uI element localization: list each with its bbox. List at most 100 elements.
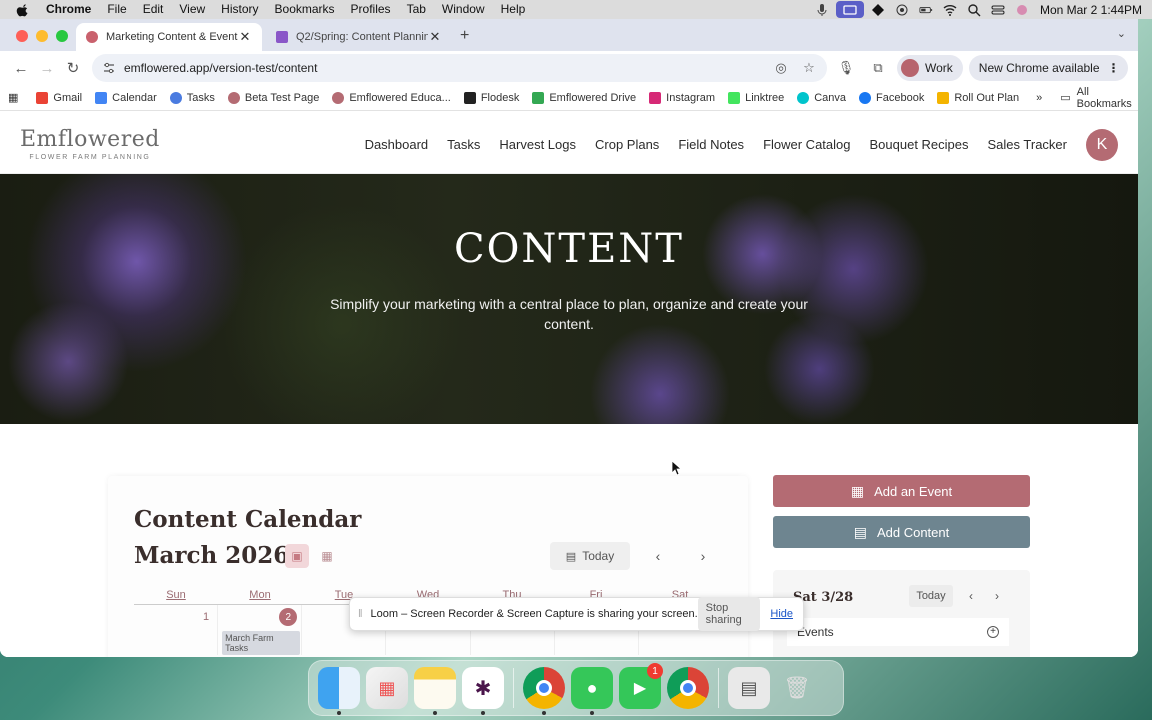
tab-search-chevron-icon[interactable]: ⌄: [1117, 27, 1126, 40]
tab-marketing-content[interactable]: Marketing Content & Events ✕: [76, 23, 262, 51]
emflowered-logo[interactable]: Emflowered FLOWER FARM PLANNING: [20, 128, 160, 161]
more-bookmarks-chevron-icon[interactable]: »: [1036, 92, 1042, 104]
nav-crop-plans[interactable]: Crop Plans: [595, 137, 659, 152]
battery-icon[interactable]: [916, 0, 936, 19]
menu-edit[interactable]: Edit: [135, 0, 172, 19]
calendar-day-cell[interactable]: 1: [134, 605, 219, 655]
control-center-icon[interactable]: [988, 0, 1008, 19]
chrome-icon[interactable]: [523, 667, 565, 715]
bookmark-emflowered-education[interactable]: Emflowered Educa...: [332, 91, 451, 104]
add-content-label: Add Content: [876, 524, 950, 540]
calendar-today-button[interactable]: ▤ Today: [550, 542, 630, 570]
wifi-icon[interactable]: [940, 0, 960, 19]
bookmark-facebook[interactable]: Facebook: [859, 91, 924, 104]
slack-icon[interactable]: ✱: [462, 667, 504, 715]
more-menu-icon[interactable]: ⋮: [1108, 61, 1120, 75]
facetime-icon[interactable]: ▶ 1: [619, 663, 663, 709]
menubar-clock[interactable]: Mon Mar 2 1:44PM: [1034, 3, 1152, 17]
add-content-button[interactable]: ▤ Add Content: [773, 516, 1030, 548]
tab-content-planning[interactable]: Q2/Spring: Content Planning ✕: [266, 23, 452, 51]
user-avatar[interactable]: K: [1086, 128, 1118, 161]
new-tab-icon[interactable]: +: [460, 27, 469, 45]
preview-icon[interactable]: ▤: [728, 667, 770, 709]
add-event-button[interactable]: ▦ Add an Event: [773, 475, 1030, 507]
finder-icon[interactable]: [318, 667, 360, 715]
site-settings-icon[interactable]: [102, 61, 116, 75]
menu-history[interactable]: History: [213, 0, 266, 19]
profile-chip[interactable]: Work: [897, 55, 963, 81]
messages-icon[interactable]: ●: [571, 667, 613, 715]
nav-flower-catalog[interactable]: Flower Catalog: [763, 137, 850, 152]
bookmark-star-icon[interactable]: ☆: [801, 60, 817, 76]
all-bookmarks-button[interactable]: ▭ All Bookmarks: [1060, 86, 1131, 110]
all-bookmarks-label: All Bookmarks: [1076, 85, 1132, 110]
url-text[interactable]: emflowered.app/version-test/content: [124, 61, 761, 75]
grid-view-icon[interactable]: ▦: [315, 544, 339, 568]
forward-arrow-icon[interactable]: →: [34, 55, 60, 81]
extensions-puzzle-icon[interactable]: ⧉: [865, 55, 891, 81]
spotlight-search-icon[interactable]: [964, 0, 984, 19]
bookmark-flodesk[interactable]: Flodesk: [463, 91, 519, 104]
month-view-icon[interactable]: ▣: [285, 544, 309, 568]
day-prev-chevron-icon[interactable]: ‹: [963, 585, 979, 607]
nav-harvest-logs[interactable]: Harvest Logs: [499, 137, 576, 152]
document-icon: ▤: [853, 523, 867, 540]
drag-handle-icon[interactable]: ‖: [358, 608, 363, 620]
menu-bookmarks[interactable]: Bookmarks: [267, 0, 343, 19]
address-bar[interactable]: emflowered.app/version-test/content ◎ ☆: [92, 54, 827, 82]
bookmark-roll-out-plan[interactable]: Roll Out Plan: [937, 91, 1019, 104]
calendar-day-cell[interactable]: 2 March Farm Tasks: [218, 605, 303, 655]
apps-grid-icon[interactable]: ▦: [8, 91, 18, 104]
calendar-prev-chevron-icon[interactable]: ‹: [644, 542, 672, 570]
day-today-button[interactable]: Today: [909, 585, 953, 607]
bookmark-calendar[interactable]: Calendar: [95, 91, 157, 104]
bookmark-gmail[interactable]: Gmail: [36, 91, 82, 104]
menu-window[interactable]: Window: [434, 0, 493, 19]
calendar-next-chevron-icon[interactable]: ›: [689, 542, 717, 570]
bookmark-beta-test[interactable]: Beta Test Page: [227, 91, 319, 104]
bookmark-linktree[interactable]: Linktree: [728, 91, 784, 104]
close-tab-icon[interactable]: ✕: [238, 29, 252, 45]
events-section-header[interactable]: Events +: [787, 618, 1009, 646]
nav-tasks[interactable]: Tasks: [447, 137, 480, 152]
siri-icon[interactable]: [1012, 0, 1032, 19]
add-circle-icon[interactable]: +: [987, 626, 999, 638]
bookmark-canva[interactable]: Canva: [797, 91, 846, 104]
menu-file[interactable]: File: [99, 0, 134, 19]
calendar-event-chip[interactable]: March Farm Tasks: [222, 631, 301, 655]
chrome-profile-icon[interactable]: [667, 667, 709, 709]
bookmark-instagram[interactable]: Instagram: [649, 91, 715, 104]
stop-sharing-button[interactable]: Stop sharing: [697, 597, 761, 631]
nav-field-notes[interactable]: Field Notes: [678, 137, 744, 152]
back-arrow-icon[interactable]: ←: [8, 55, 34, 81]
screen-recording-icon[interactable]: [835, 1, 864, 18]
nav-dashboard[interactable]: Dashboard: [365, 137, 429, 152]
zoom-window-button[interactable]: [56, 30, 68, 42]
hide-link[interactable]: Hide: [770, 608, 793, 620]
menu-view[interactable]: View: [171, 0, 213, 19]
notes-icon[interactable]: [414, 667, 456, 715]
nav-sales-tracker[interactable]: Sales Tracker: [988, 137, 1067, 152]
bookmark-tasks[interactable]: Tasks: [169, 91, 215, 104]
close-tab-icon[interactable]: ✕: [428, 29, 442, 45]
trash-icon[interactable]: 🗑: [776, 667, 818, 709]
update-chrome-button[interactable]: New Chrome available ⋮: [968, 55, 1128, 81]
mouse-cursor-icon: [672, 461, 682, 475]
menu-app-name[interactable]: Chrome: [38, 0, 99, 19]
menu-help[interactable]: Help: [493, 0, 534, 19]
menu-profiles[interactable]: Profiles: [343, 0, 399, 19]
menu-tab[interactable]: Tab: [399, 0, 434, 19]
microphone-extension-icon[interactable]: 🎙: [833, 55, 859, 81]
nav-bouquet-recipes[interactable]: Bouquet Recipes: [870, 137, 969, 152]
diamond-icon[interactable]: [868, 0, 888, 19]
bookmark-drive[interactable]: Emflowered Drive: [532, 91, 636, 104]
minimize-window-button[interactable]: [36, 30, 48, 42]
reload-icon[interactable]: ↻: [60, 55, 86, 81]
airdrop-icon[interactable]: [892, 0, 912, 19]
apple-logo-icon[interactable]: [16, 3, 30, 17]
day-next-chevron-icon[interactable]: ›: [989, 585, 1005, 607]
cast-icon[interactable]: ◎: [773, 60, 789, 76]
microphone-status-icon[interactable]: [812, 0, 832, 19]
launchpad-icon[interactable]: ▦: [366, 667, 408, 709]
close-window-button[interactable]: [16, 30, 28, 42]
